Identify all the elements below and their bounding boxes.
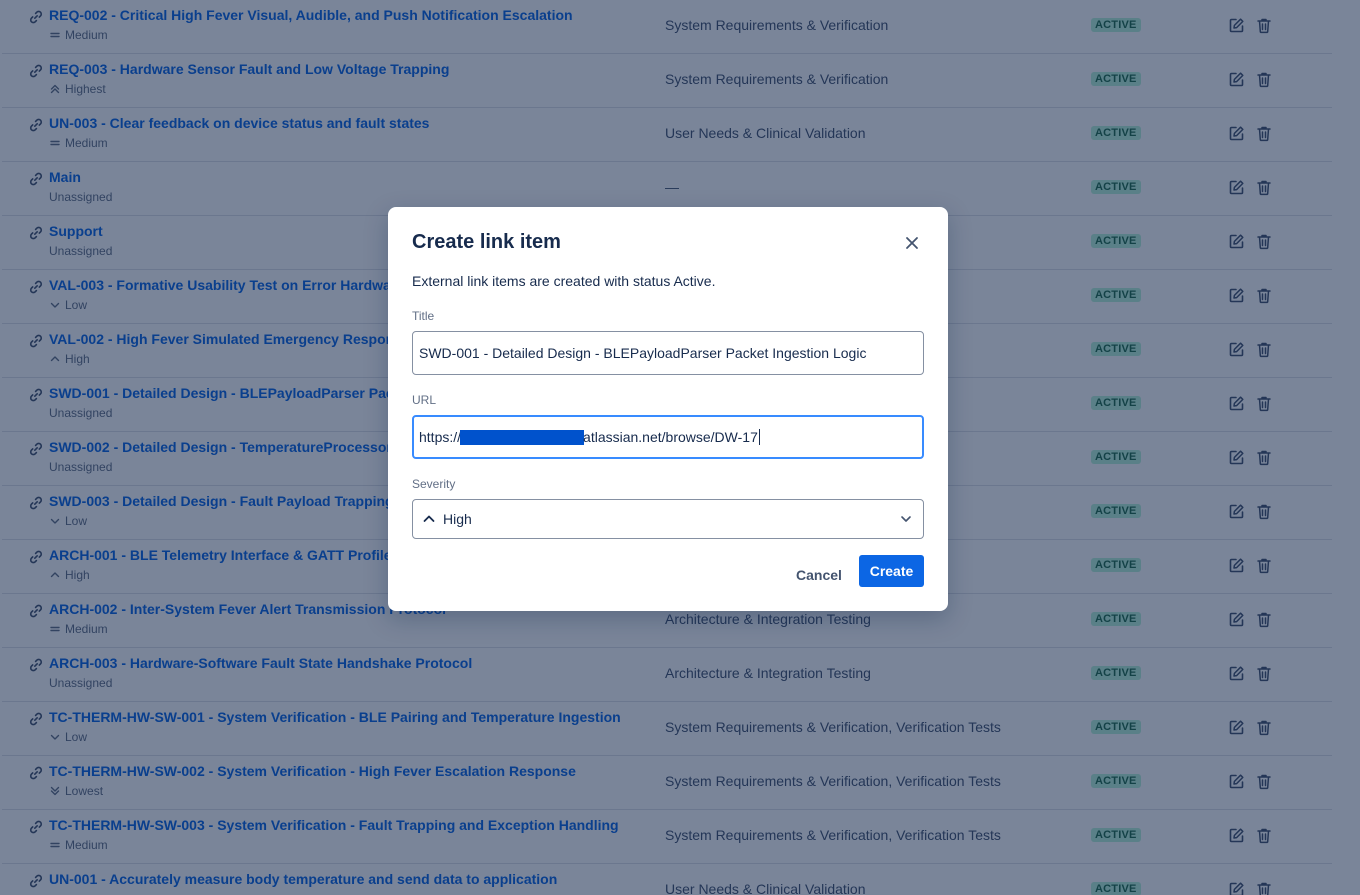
close-icon[interactable] [900, 231, 924, 255]
text-caret [758, 429, 760, 445]
title-field-value: SWD-001 - Detailed Design - BLEPayloadPa… [419, 345, 867, 361]
redacted-block [460, 429, 585, 445]
chevron-down-icon [899, 512, 913, 526]
url-field-value: https:// atlassian.net/browse/DW-17 [419, 429, 760, 445]
create-link-item-dialog: Create link item External link items are… [388, 207, 948, 611]
title-field[interactable]: SWD-001 - Detailed Design - BLEPayloadPa… [412, 331, 924, 375]
cancel-button[interactable]: Cancel [786, 559, 852, 591]
dialog-description: External link items are created with sta… [412, 273, 716, 289]
page: REQ-002 - Critical High Fever Visual, Au… [0, 0, 1360, 895]
url-suffix: atlassian.net/browse/DW-17 [583, 429, 758, 445]
create-button[interactable]: Create [859, 555, 924, 587]
url-prefix: https:// [419, 429, 462, 445]
dialog-title: Create link item [412, 231, 561, 253]
title-label: Title [412, 309, 435, 323]
severity-select-value: High [443, 511, 472, 527]
chevron-up-icon [423, 514, 435, 524]
url-field[interactable]: https:// atlassian.net/browse/DW-17 [412, 415, 924, 459]
url-label: URL [412, 393, 437, 407]
severity-select[interactable]: High [412, 499, 924, 539]
severity-label: Severity [412, 477, 456, 491]
